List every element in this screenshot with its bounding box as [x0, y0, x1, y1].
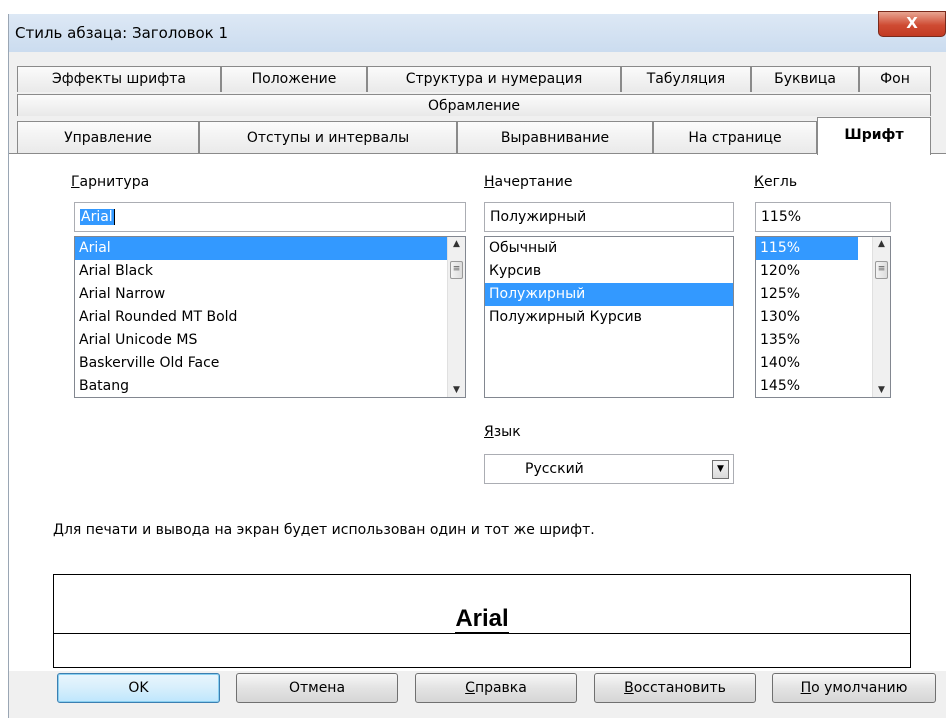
list-item[interactable]: Arial Rounded MT Bold: [75, 306, 465, 329]
close-button[interactable]: X: [878, 11, 946, 37]
default-button[interactable]: По умолчанию: [772, 673, 936, 703]
tab-borders[interactable]: Обрамление: [17, 94, 931, 116]
tab-indents-spacing[interactable]: Отступы и интервалы: [199, 121, 457, 154]
cancel-button[interactable]: Отмена: [236, 673, 398, 703]
family-label: Гарнитура: [71, 174, 150, 190]
list-item[interactable]: Baskerville Old Face: [75, 352, 465, 375]
tab-tabs[interactable]: Табуляция: [621, 66, 751, 92]
preview-text: Arial: [455, 605, 509, 634]
size-input[interactable]: 115%: [755, 202, 891, 232]
list-item[interactable]: Arial Black: [75, 260, 465, 283]
style-list[interactable]: Обычный Курсив Полужирный Полужирный Кур…: [484, 236, 734, 398]
scroll-thumb[interactable]: ≡: [875, 261, 888, 279]
list-item[interactable]: Arial Narrow: [75, 283, 465, 306]
reset-button[interactable]: Восстановить: [594, 673, 756, 703]
window-title: Стиль абзаца: Заголовок 1: [15, 24, 229, 42]
scroll-down-icon[interactable]: ▼: [873, 385, 890, 395]
list-item[interactable]: Batang: [75, 375, 465, 397]
list-item[interactable]: Arial Unicode MS: [75, 329, 465, 352]
scroll-down-icon[interactable]: ▼: [448, 385, 465, 395]
font-tab-panel: Гарнитура Arial Arial Arial Black Arial …: [9, 153, 946, 671]
font-preview: Arial: [53, 574, 911, 668]
style-label: Начертание: [484, 174, 573, 190]
list-item[interactable]: 125%: [756, 283, 890, 306]
tab-background[interactable]: Фон: [859, 66, 931, 92]
scroll-up-icon[interactable]: ▲: [448, 239, 465, 249]
font-dialog: Стиль абзаца: Заголовок 1 X Эффекты шриф…: [8, 11, 946, 718]
list-item[interactable]: 140%: [756, 352, 890, 375]
language-label: Язык: [484, 424, 521, 440]
list-item[interactable]: 145%: [756, 375, 890, 397]
family-input[interactable]: Arial: [74, 202, 466, 232]
size-scrollbar[interactable]: ▲ ≡ ▼: [872, 237, 890, 397]
scroll-up-icon[interactable]: ▲: [873, 239, 890, 249]
help-button[interactable]: Справка: [415, 673, 577, 703]
tab-drop-caps[interactable]: Буквица: [751, 66, 859, 92]
size-label: Кегль: [754, 174, 798, 190]
style-input[interactable]: Полужирный: [484, 202, 734, 232]
tab-organizer[interactable]: Управление: [17, 121, 199, 154]
chevron-down-icon[interactable]: ▼: [712, 460, 729, 479]
scroll-thumb[interactable]: ≡: [450, 261, 463, 279]
title-bar: Стиль абзаца: Заголовок 1: [9, 14, 946, 52]
list-item[interactable]: Обычный: [485, 237, 733, 260]
info-text: Для печати и вывода на экран будет испол…: [53, 522, 595, 538]
list-item[interactable]: Полужирный: [485, 283, 733, 306]
language-value: Русский: [525, 461, 584, 477]
list-item[interactable]: Arial: [75, 237, 465, 260]
list-item[interactable]: 115%: [756, 237, 858, 260]
tab-outline-numbering[interactable]: Структура и нумерация: [367, 66, 621, 92]
list-item[interactable]: 130%: [756, 306, 890, 329]
list-item[interactable]: Курсив: [485, 260, 733, 283]
ok-button[interactable]: OK: [57, 673, 220, 703]
tab-position[interactable]: Положение: [221, 66, 367, 92]
tab-font-effects[interactable]: Эффекты шрифта: [17, 66, 221, 92]
size-list[interactable]: 115% 120% 125% 130% 135% 140% 145% ▲ ≡ ▼: [755, 236, 891, 398]
family-list[interactable]: Arial Arial Black Arial Narrow Arial Rou…: [74, 236, 466, 398]
family-scrollbar[interactable]: ▲ ≡ ▼: [447, 237, 465, 397]
tab-text-flow[interactable]: На странице: [653, 121, 817, 154]
language-select[interactable]: Русский ▼: [484, 454, 734, 484]
list-item[interactable]: 135%: [756, 329, 890, 352]
tab-font[interactable]: Шрифт: [817, 117, 931, 155]
tab-alignment[interactable]: Выравнивание: [457, 121, 653, 154]
list-item[interactable]: Полужирный Курсив: [485, 306, 733, 329]
list-item[interactable]: 120%: [756, 260, 890, 283]
